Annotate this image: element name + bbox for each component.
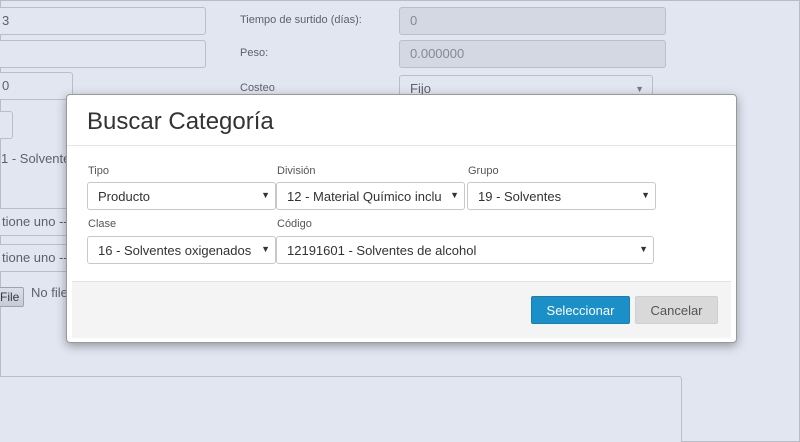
codigo-value: 12191601 - Solventes de alcohol: [287, 243, 477, 258]
codigo-label: Código: [277, 218, 312, 230]
tipo-label: Tipo: [88, 165, 109, 177]
grupo-value: 19 - Solventes: [478, 189, 562, 204]
clase-value: 16 - Solventes oxigenados: [98, 243, 252, 258]
modal-footer: Seleccionar Cancelar: [72, 281, 731, 338]
clase-select[interactable]: 16 - Solventes oxigenados ▼: [87, 236, 276, 264]
grupo-select[interactable]: 19 - Solventes ▼: [467, 182, 656, 210]
chevron-down-icon: ▼: [261, 190, 270, 200]
grupo-label: Grupo: [468, 165, 499, 177]
search-category-modal: Buscar Categoría Tipo Producto ▼ Divisió…: [66, 94, 737, 343]
chevron-down-icon: ▼: [450, 190, 459, 200]
clase-label: Clase: [88, 218, 117, 230]
division-value: 12 - Material Químico inclu: [287, 189, 442, 204]
select-button[interactable]: Seleccionar: [531, 296, 630, 324]
tipo-select[interactable]: Producto ▼: [87, 182, 276, 210]
division-select[interactable]: 12 - Material Químico inclu ▼: [276, 182, 465, 210]
modal-header: Buscar Categoría: [67, 95, 736, 146]
division-label: División: [277, 165, 316, 177]
chevron-down-icon: ▼: [261, 244, 270, 254]
tipo-value: Producto: [98, 189, 151, 204]
cancel-button[interactable]: Cancelar: [635, 296, 718, 324]
chevron-down-icon: ▼: [639, 244, 648, 254]
codigo-select[interactable]: 12191601 - Solventes de alcohol ▼: [276, 236, 654, 264]
chevron-down-icon: ▼: [641, 190, 650, 200]
modal-title: Buscar Categoría: [87, 108, 274, 135]
